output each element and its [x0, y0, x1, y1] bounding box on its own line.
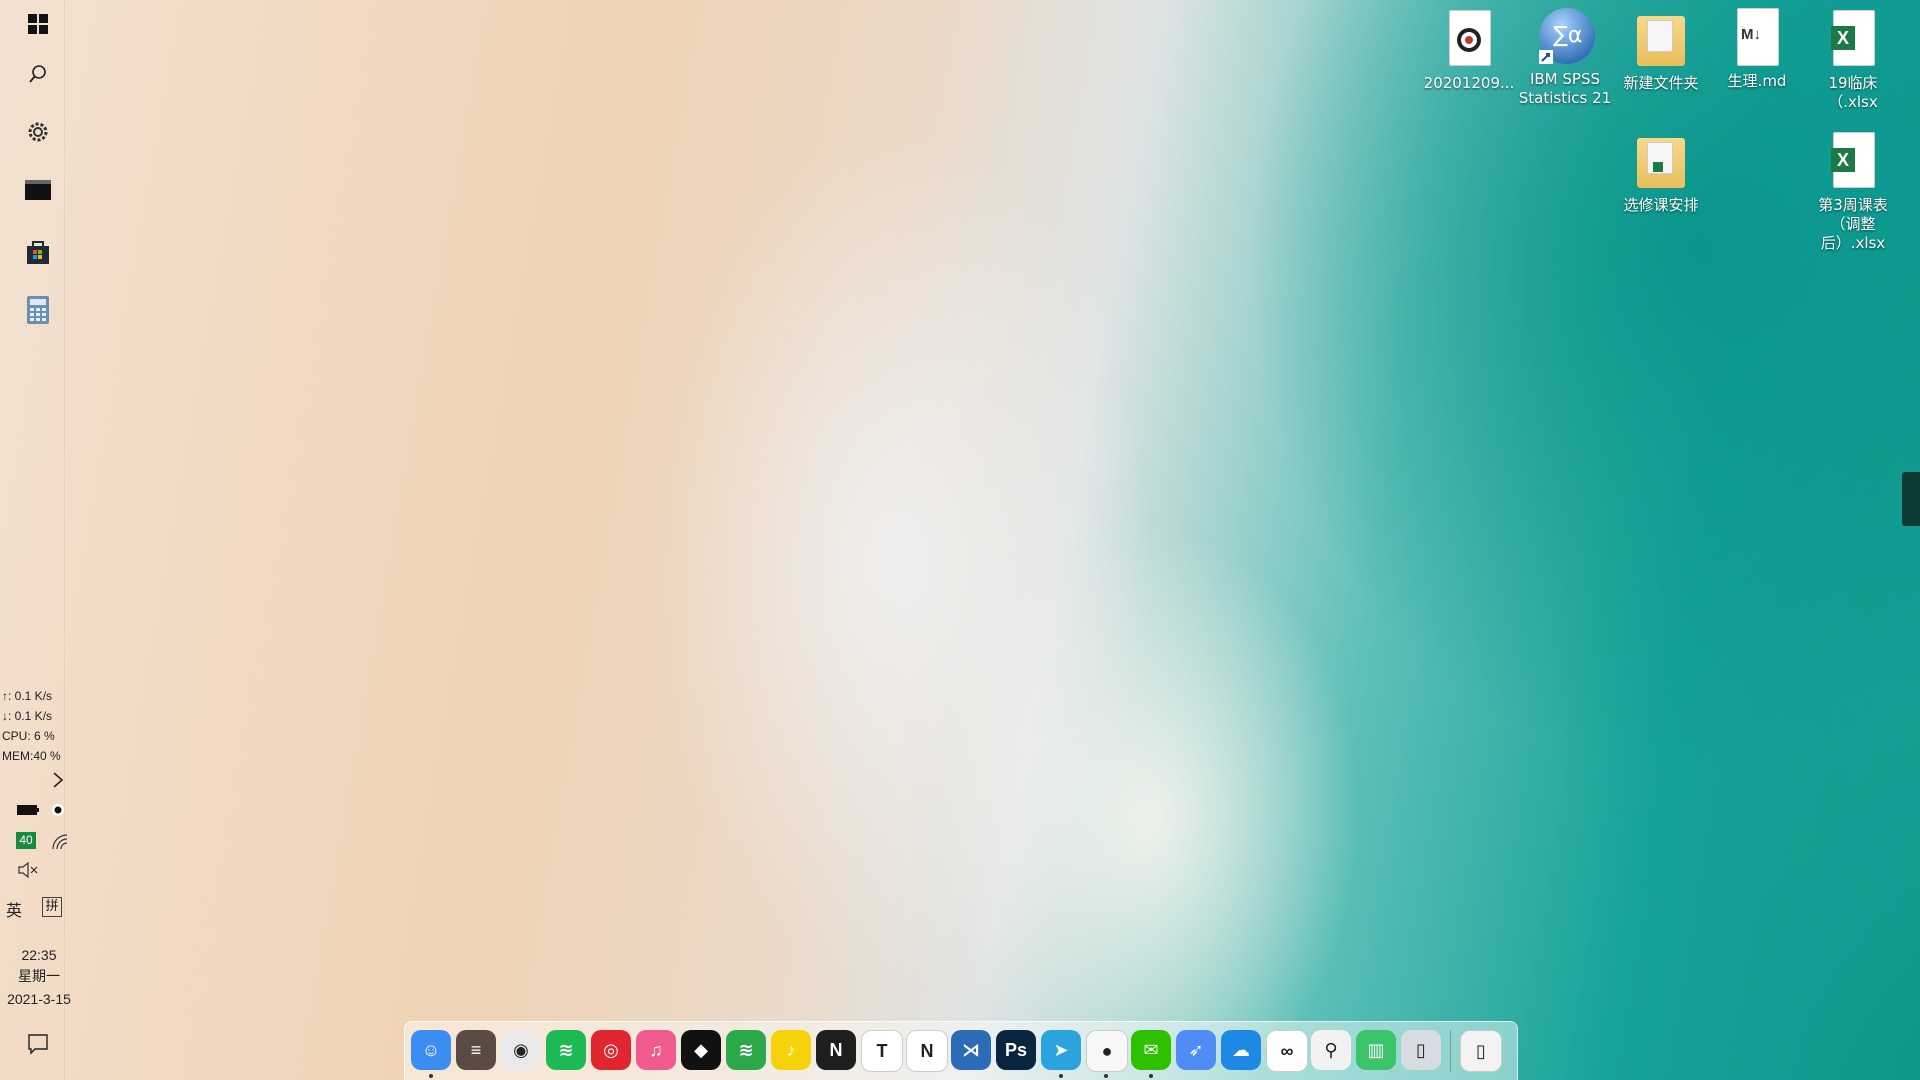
dock-app-onedrive-icon[interactable]: ☁	[1221, 1030, 1261, 1070]
terminal-icon[interactable]	[22, 174, 54, 206]
desktop-icon-spss[interactable]: ∑α IBM SPSS Statistics 21	[1517, 6, 1613, 108]
dock-app-spotify-alt-icon[interactable]: ≋	[726, 1030, 766, 1070]
excel-file-icon: X	[1825, 132, 1881, 192]
desktop-icon-new-folder[interactable]: 新建文件夹	[1613, 10, 1709, 93]
desktop-icon-label: 19临床（.xlsx	[1828, 74, 1878, 111]
desktop-icon-label: 生理.md	[1727, 72, 1787, 90]
dock-app-search-tool-icon[interactable]: ⚲	[1311, 1030, 1351, 1070]
dock-app-netease-music-icon[interactable]: ◎	[591, 1030, 631, 1070]
dock-separator	[1450, 1030, 1451, 1072]
dock-app-feishu-icon[interactable]: ➶	[1176, 1030, 1216, 1070]
dock-app-chrome-icon[interactable]: ◉	[501, 1030, 541, 1070]
chevron-right-icon[interactable]	[42, 764, 74, 796]
dock-app-tidal-icon[interactable]: ◆	[681, 1030, 721, 1070]
desktop-icon-label: 第3周课表（调整后）.xlsx	[1818, 196, 1888, 252]
windows-start-icon[interactable]	[22, 8, 54, 40]
spss-icon: ∑α	[1537, 6, 1595, 66]
dock-running-indicator	[1149, 1074, 1153, 1078]
folder-icon	[1633, 10, 1689, 70]
dock-app-typora-icon[interactable]: T	[861, 1030, 903, 1072]
network-upload-speed: ↑: 0.1 K/s	[2, 689, 53, 703]
store-icon[interactable]	[22, 236, 54, 268]
cpu-usage: CPU: 6 %	[2, 729, 55, 743]
desktop-icon-label: 新建文件夹	[1623, 74, 1699, 92]
battery-level-badge: 40	[16, 832, 36, 849]
markdown-file-icon: M↓	[1729, 8, 1785, 68]
desktop-icon-label: 20201209...	[1423, 74, 1515, 92]
calculator-icon[interactable]	[22, 294, 54, 326]
memory-usage: MEM:40 %	[2, 749, 61, 763]
svg-text:∑α: ∑α	[1553, 23, 1582, 48]
desktop-icon-label: IBM SPSS Statistics 21	[1518, 70, 1612, 107]
toggle-switch-icon[interactable]	[42, 794, 74, 826]
desktop-icon-markdown[interactable]: M↓ 生理.md	[1709, 8, 1805, 91]
dock-app-finder-icon[interactable]: ☺	[411, 1030, 451, 1070]
dock-app-recycle-bin-icon[interactable]: ▥	[1356, 1030, 1396, 1070]
dock-app-notion-icon[interactable]: N	[906, 1030, 948, 1072]
dock-app-notes-app-icon[interactable]: ≡	[456, 1030, 496, 1070]
dock-app-qq-music-icon[interactable]: ♪	[771, 1030, 811, 1070]
clock-time[interactable]: 22:35	[0, 944, 78, 966]
desktop-icon-label: 选修课安排	[1623, 196, 1699, 214]
folder-icon	[1633, 132, 1689, 192]
desktop: ↑: 0.1 K/s ↓: 0.1 K/s CPU: 6 % MEM:40 % …	[0, 0, 1920, 1080]
battery-icon[interactable]	[12, 794, 44, 826]
audio-file-icon	[1441, 10, 1497, 70]
dock-app-telegram-icon[interactable]: ➤	[1041, 1030, 1081, 1070]
dock-app-itunes-icon[interactable]: ♫	[636, 1030, 676, 1070]
dock-app-spotify-icon[interactable]: ≋	[546, 1030, 586, 1070]
dock-app-vscode-icon[interactable]: ⋊	[951, 1030, 991, 1070]
dock-running-indicator	[429, 1074, 433, 1078]
side-panel-handle[interactable]	[1902, 472, 1920, 526]
ime-mode[interactable]: 拼	[42, 897, 62, 917]
speaker-muted-icon[interactable]	[12, 854, 44, 886]
dock-app-wechat-icon[interactable]: ✉	[1131, 1030, 1171, 1070]
search-icon[interactable]	[22, 58, 54, 90]
wifi-icon[interactable]	[44, 826, 76, 858]
desktop-icon-audio-file[interactable]: 20201209...	[1421, 10, 1517, 93]
desktop-icon-elective-folder[interactable]: 选修课安排	[1613, 132, 1709, 215]
dock-app-baidu-netdisk-icon[interactable]: ∞	[1266, 1030, 1308, 1072]
dock-app-trash-empty-icon[interactable]: ▯	[1460, 1030, 1502, 1072]
settings-gear-icon[interactable]	[22, 116, 54, 148]
dock-app-photoshop-icon[interactable]: Ps	[996, 1030, 1036, 1070]
desktop-icon-excel-2[interactable]: X 第3周课表（调整后）.xlsx	[1805, 132, 1901, 253]
clock-date[interactable]: 2021-3-15	[0, 988, 78, 1010]
ime-language[interactable]: 英	[6, 897, 22, 921]
network-download-speed: ↓: 0.1 K/s	[2, 709, 53, 723]
desktop-icon-excel-1[interactable]: X 19临床（.xlsx	[1805, 10, 1901, 112]
dock: ☺ ≡ ◉ ≋ ◎ ♫ ◆ ≋ ♪ N T N ⋊ Ps ➤ ● ✉ ➶ ☁ ∞ ⚲ ▥ ▯ ▯	[404, 1021, 1518, 1080]
notification-center-icon[interactable]	[22, 1028, 54, 1060]
clock-weekday[interactable]: 星期一	[0, 966, 78, 988]
dock-running-indicator	[1059, 1074, 1063, 1078]
left-taskbar: ↑: 0.1 K/s ↓: 0.1 K/s CPU: 6 % MEM:40 % …	[0, 0, 71, 1080]
dock-app-qq-icon[interactable]: ●	[1086, 1030, 1128, 1072]
dock-app-netflix-icon[interactable]: N	[816, 1030, 856, 1070]
dock-app-trash-can-icon[interactable]: ▯	[1401, 1030, 1441, 1070]
excel-file-icon: X	[1825, 10, 1881, 70]
dock-running-indicator	[1104, 1074, 1108, 1078]
